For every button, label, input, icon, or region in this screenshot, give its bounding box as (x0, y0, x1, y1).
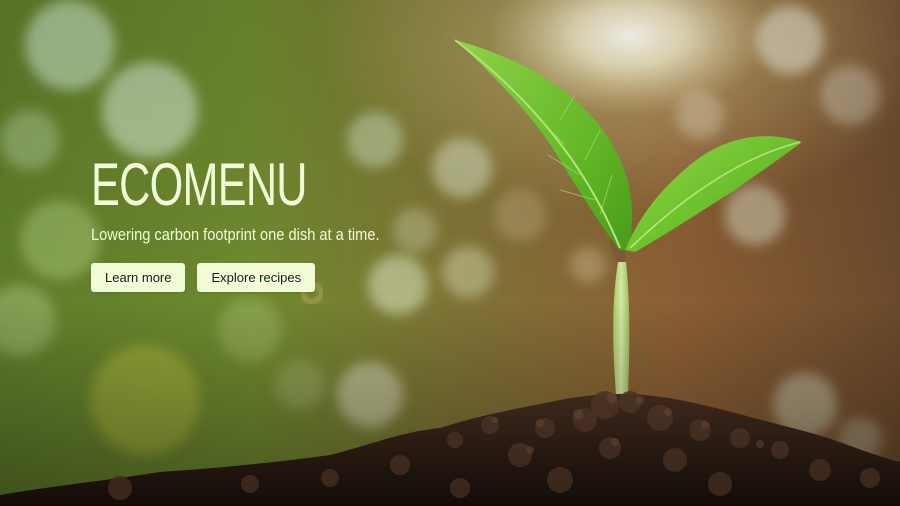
hero-content: ECOMENU Lowering carbon footprint one di… (91, 150, 426, 292)
hero-tagline: Lowering carbon footprint one dish at a … (91, 225, 380, 244)
hero-section: ECOMENU Lowering carbon footprint one di… (0, 0, 900, 506)
explore-recipes-button[interactable]: Explore recipes (197, 263, 316, 292)
hero-actions: Learn more Explore recipes (91, 263, 426, 292)
page-title: ECOMENU (91, 151, 307, 218)
learn-more-button[interactable]: Learn more (91, 263, 186, 292)
